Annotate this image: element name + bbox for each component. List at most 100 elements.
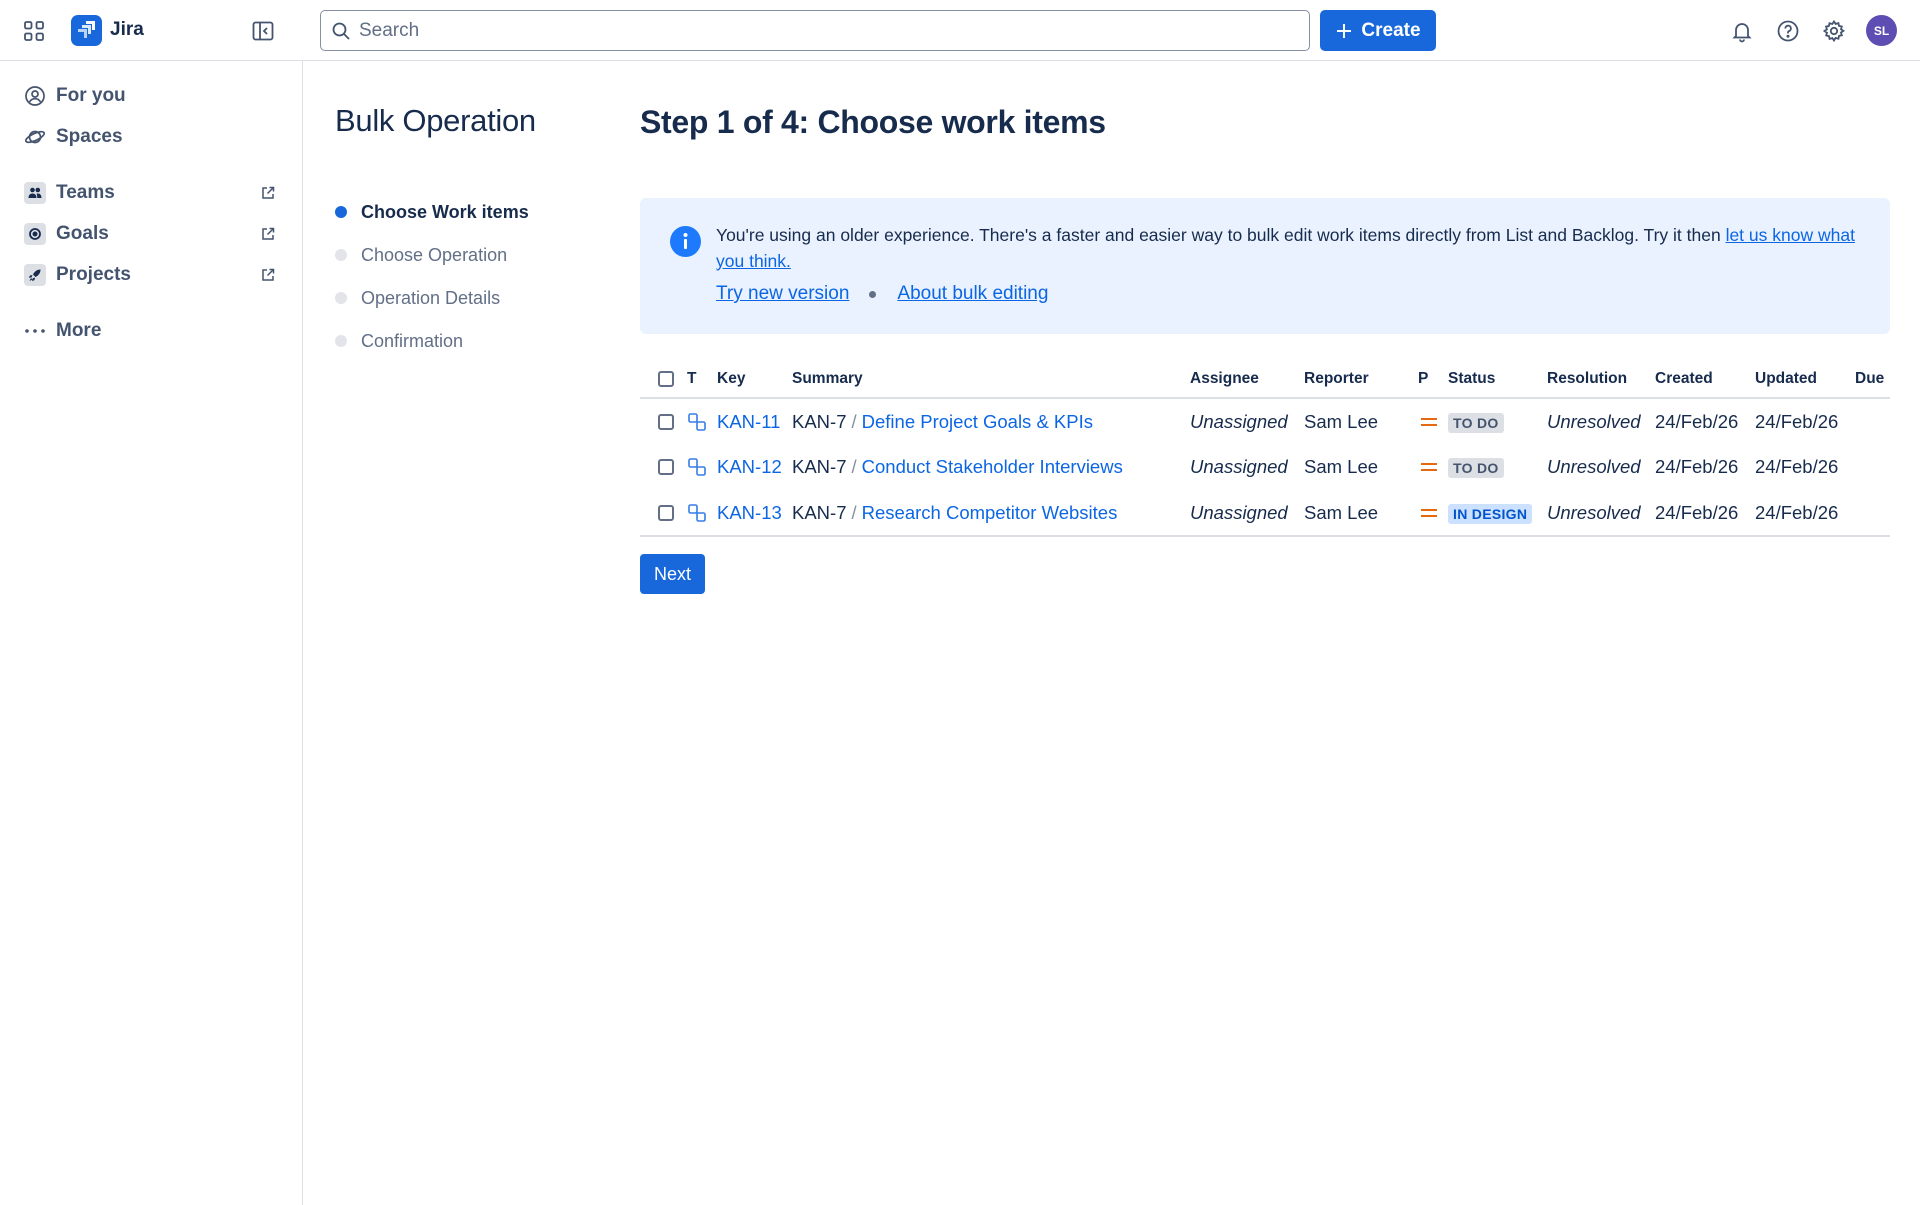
work-item-key-link[interactable]: KAN-12: [717, 456, 782, 477]
priority-medium-icon: [1418, 398, 1448, 444]
sidebar: For you Spaces Teams Goals Projects More: [0, 61, 303, 1205]
search-input[interactable]: [359, 15, 1299, 46]
column-header-reporter[interactable]: Reporter: [1304, 360, 1418, 399]
info-message-text: You're using an older experience. There'…: [716, 225, 1726, 245]
step-label: Choose Operation: [361, 244, 508, 265]
row-checkbox[interactable]: [658, 504, 674, 521]
due-date: [1855, 398, 1890, 444]
product-name[interactable]: Jira: [110, 19, 144, 41]
sidebar-item-projects[interactable]: Projects: [16, 257, 286, 293]
step-operation-details: Operation Details: [335, 285, 500, 311]
assignee: Unassigned: [1190, 490, 1304, 537]
gear-icon[interactable]: [1820, 17, 1848, 45]
assignee: Unassigned: [1190, 410, 1288, 432]
created-date: 24/Feb/26: [1655, 410, 1739, 432]
column-header-type[interactable]: T: [687, 360, 717, 399]
info-banner: You're using an older experience. There'…: [640, 198, 1890, 334]
step-confirmation: Confirmation: [335, 328, 463, 354]
reporter: Sam Lee: [1304, 456, 1379, 477]
info-message: You're using an older experience. There'…: [716, 222, 1866, 274]
top-navigation-bar: Jira Create SL: [0, 0, 1920, 61]
updated-date: 24/Feb/26: [1755, 490, 1855, 537]
step-label: Confirmation: [361, 330, 464, 351]
parent-key: KAN-7: [792, 456, 847, 477]
select-all-checkbox[interactable]: [658, 370, 674, 387]
step-choose-work-items: Choose Work items: [335, 199, 529, 225]
column-header-created[interactable]: Created: [1655, 360, 1755, 399]
parent-key: KAN-7: [792, 410, 847, 432]
work-items-table: T Key Summary Assignee Reporter P Status…: [640, 360, 1890, 537]
create-button[interactable]: Create: [1320, 10, 1436, 51]
work-item-summary-link[interactable]: Research Competitor Websites: [862, 502, 1118, 523]
column-header-status[interactable]: Status: [1448, 360, 1547, 399]
about-bulk-editing-link[interactable]: About bulk editing: [897, 283, 1048, 305]
resolution: Unresolved: [1547, 410, 1641, 432]
row-checkbox[interactable]: [658, 413, 674, 430]
step-indicator: [335, 206, 347, 218]
next-button[interactable]: Next: [640, 554, 705, 594]
sidebar-item-spaces[interactable]: Spaces: [16, 119, 286, 155]
sidebar-item-label: Spaces: [56, 126, 123, 147]
updated-date: 24/Feb/26: [1755, 410, 1839, 432]
rocket-icon: [24, 264, 46, 286]
priority-medium-icon: [1418, 444, 1448, 490]
bell-icon[interactable]: [1728, 17, 1756, 45]
work-item-key-link[interactable]: KAN-13: [717, 502, 782, 523]
person-circle-icon: [16, 85, 54, 107]
sidebar-item-goals[interactable]: Goals: [16, 216, 286, 252]
more-dots-icon: [16, 328, 54, 334]
created-date: 24/Feb/26: [1655, 490, 1755, 537]
priority-medium-icon: [1418, 490, 1448, 537]
subtask-icon: [687, 490, 717, 537]
updated-date: 24/Feb/26: [1755, 456, 1839, 477]
step-choose-operation: Choose Operation: [335, 242, 507, 268]
parent-key: KAN-7: [792, 501, 847, 523]
column-header-resolution[interactable]: Resolution: [1547, 360, 1655, 399]
target-icon: [24, 223, 46, 245]
sidebar-item-for-you[interactable]: For you: [16, 78, 286, 114]
sidebar-item-label: For you: [56, 85, 126, 106]
column-header-assignee[interactable]: Assignee: [1190, 360, 1304, 399]
subtask-icon: [687, 444, 717, 490]
search-field[interactable]: [320, 10, 1310, 51]
step-label: Operation Details: [361, 287, 501, 308]
table-row: KAN-13 KAN-7/Research Competitor Website…: [640, 490, 1890, 537]
planet-icon: [16, 126, 54, 148]
step-indicator: [335, 249, 347, 261]
work-item-summary-link[interactable]: Define Project Goals & KPIs: [862, 411, 1093, 432]
create-button-label: Create: [1361, 19, 1421, 41]
external-link-icon: [260, 226, 276, 242]
due-date: [1855, 490, 1890, 537]
plus-icon: [1337, 23, 1352, 38]
status-badge: TO DO: [1448, 412, 1504, 433]
assignee: Unassigned: [1190, 456, 1288, 477]
avatar[interactable]: SL: [1866, 15, 1897, 46]
table-row: KAN-11 KAN-7/Define Project Goals & KPIs…: [640, 398, 1890, 444]
summary-separator: /: [851, 410, 857, 432]
sidebar-item-label: Projects: [56, 264, 131, 285]
sidebar-toggle-icon[interactable]: [251, 19, 275, 43]
sidebar-item-label: More: [56, 320, 102, 341]
column-select-all[interactable]: [640, 360, 687, 399]
work-item-key-link[interactable]: KAN-11: [717, 411, 780, 432]
sidebar-item-more[interactable]: More: [16, 313, 286, 349]
work-item-summary-link[interactable]: Conduct Stakeholder Interviews: [862, 456, 1123, 477]
resolution: Unresolved: [1547, 456, 1641, 477]
step-heading: Step 1 of 4: Choose work items: [640, 104, 1106, 140]
column-header-summary[interactable]: Summary: [792, 360, 1190, 399]
table-header-row: T Key Summary Assignee Reporter P Status…: [640, 360, 1890, 399]
column-header-updated[interactable]: Updated: [1755, 360, 1855, 399]
info-icon: [670, 226, 701, 257]
column-header-priority[interactable]: P: [1418, 360, 1448, 399]
separator-dot: [869, 290, 877, 298]
row-checkbox[interactable]: [658, 459, 674, 475]
column-header-key[interactable]: Key: [717, 360, 792, 399]
jira-logo[interactable]: [71, 15, 102, 46]
help-icon[interactable]: [1774, 17, 1802, 45]
try-new-version-link[interactable]: Try new version: [716, 283, 849, 305]
app-switcher-icon[interactable]: [22, 19, 46, 43]
column-header-due[interactable]: Due: [1855, 360, 1890, 399]
step-indicator: [335, 292, 347, 304]
subtask-icon: [687, 398, 717, 444]
sidebar-item-teams[interactable]: Teams: [16, 175, 286, 211]
